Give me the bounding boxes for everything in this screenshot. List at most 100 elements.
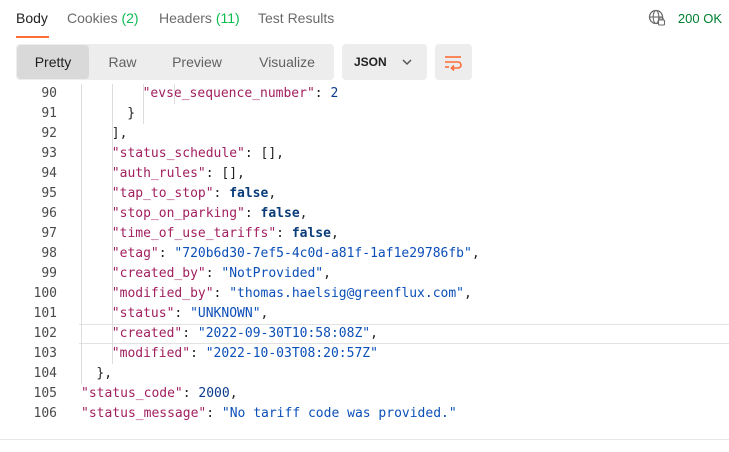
view-raw-button[interactable]: Raw xyxy=(93,44,152,80)
code-text: "status_schedule": [], xyxy=(112,144,284,164)
tab-cookies-count: (2) xyxy=(121,10,139,26)
line-number: 103 xyxy=(33,346,57,361)
indent-guide xyxy=(174,84,175,104)
code-line: 104}, xyxy=(0,364,729,384)
line-number: 96 xyxy=(41,206,57,221)
code-line: 102 "created": "2022-09-30T10:58:08Z", xyxy=(0,324,729,344)
response-body-viewer[interactable]: 90 "evse_sequence_number": 2 91} 92], 93 "sta… xyxy=(0,84,729,439)
code-text: }, xyxy=(96,364,112,384)
json-punctuation: , xyxy=(370,326,378,341)
line-number: 94 xyxy=(41,166,57,181)
json-key: "etag" xyxy=(111,246,159,261)
code-text: "evse_sequence_number": 2 xyxy=(143,84,339,104)
code-line: 106 "status_message": "No tariff code was… xyxy=(0,404,729,424)
tab-headers-count: (11) xyxy=(215,10,240,26)
wrap-lines-icon xyxy=(445,56,462,71)
code-line: 97 "time_of_use_tariffs": false, xyxy=(0,224,729,244)
json-value: false xyxy=(260,206,300,221)
json-punctuation: : xyxy=(174,306,191,321)
json-value: false xyxy=(229,186,269,201)
json-punctuation: , xyxy=(268,186,277,201)
code-line: 93 "status_schedule": [], xyxy=(0,144,729,164)
json-punctuation: : [], xyxy=(244,146,284,161)
line-number: 95 xyxy=(41,186,57,201)
line-number: 98 xyxy=(41,246,57,261)
tab-headers-label: Headers xyxy=(159,10,212,26)
tab-body-label: Body xyxy=(16,10,48,26)
line-number: 91 xyxy=(41,106,57,121)
response-tabs: Body Cookies (2) Headers (11) Test Resul… xyxy=(0,0,729,40)
json-key: "modified" xyxy=(111,346,191,361)
tab-headers[interactable]: Headers (11) xyxy=(159,10,240,26)
code-text: ], xyxy=(112,124,128,144)
json-punctuation: : xyxy=(314,86,331,101)
code-line: 94 "auth_rules": [], xyxy=(0,164,729,184)
bottom-status-bar xyxy=(0,439,729,452)
line-number: 97 xyxy=(41,226,57,241)
json-punctuation: : xyxy=(244,206,261,221)
code-text: "status_message": "No tariff code was pr… xyxy=(81,404,457,424)
line-number: 105 xyxy=(33,386,57,401)
json-value: "thomas.haelsig@greenflux.com" xyxy=(229,286,465,301)
json-punctuation: , xyxy=(330,226,339,241)
code-text: "created_by": "NotProvided", xyxy=(112,264,331,284)
json-key: "time_of_use_tariffs" xyxy=(111,226,277,241)
json-key: "status_message" xyxy=(81,406,207,421)
code-line: 98 "etag": "720b6d30-7ef5-4c0d-a81f-1af1e… xyxy=(0,244,729,264)
code-line: 99 "created_by": "NotProvided", xyxy=(0,264,729,284)
line-number: 102 xyxy=(33,326,57,341)
code-line: 95 "tap_to_stop": false, xyxy=(0,184,729,204)
tab-body[interactable]: Body xyxy=(16,10,48,26)
view-visualize-button[interactable]: Visualize xyxy=(242,44,332,80)
code-text: "status_code": 2000, xyxy=(81,384,238,404)
json-punctuation: : xyxy=(206,406,222,421)
code-text: "time_of_use_tariffs": false, xyxy=(112,224,339,244)
wrap-lines-button[interactable] xyxy=(435,44,472,80)
line-number: 106 xyxy=(33,406,57,421)
line-number: 100 xyxy=(33,286,57,301)
code-text: } xyxy=(127,104,135,124)
view-pretty-button[interactable]: Pretty xyxy=(17,45,89,79)
tab-cookies[interactable]: Cookies (2) xyxy=(67,10,139,26)
code-line: 91} xyxy=(0,104,729,124)
code-text: "tap_to_stop": false, xyxy=(112,184,276,204)
json-punctuation: : xyxy=(213,286,230,301)
code-text: "created": "2022-09-30T10:58:08Z", xyxy=(112,324,378,344)
json-value: "2022-09-30T10:58:08Z" xyxy=(197,326,371,341)
json-key: "created" xyxy=(111,326,183,341)
code-line: 101 "status": "UNKNOWN", xyxy=(0,304,729,324)
indent-guide xyxy=(112,84,113,364)
json-key: "auth_rules" xyxy=(111,166,206,181)
json-key: "evse_sequence_number" xyxy=(142,86,315,101)
json-key: "stop_on_parking" xyxy=(111,206,245,221)
json-punctuation: , xyxy=(260,306,269,321)
code-text: "status": "UNKNOWN", xyxy=(112,304,269,324)
json-key: "status" xyxy=(111,306,175,321)
json-punctuation: : xyxy=(182,326,198,341)
view-preview-button[interactable]: Preview xyxy=(156,44,238,80)
line-number: 99 xyxy=(41,266,57,281)
json-punctuation: : xyxy=(276,226,292,241)
format-label: JSON xyxy=(354,55,387,69)
code-line: 96 "stop_on_parking": false, xyxy=(0,204,729,224)
json-key: "created_by" xyxy=(111,266,206,281)
json-punctuation: : xyxy=(213,186,230,201)
code-line: 90 "evse_sequence_number": 2 xyxy=(0,84,729,104)
line-number: 101 xyxy=(33,306,57,321)
format-select[interactable]: JSON xyxy=(342,44,427,80)
view-mode-group: Pretty Raw Preview Visualize xyxy=(16,44,334,80)
status-code-text[interactable]: 200 OK xyxy=(678,11,722,26)
json-punctuation: , xyxy=(229,386,238,401)
json-value: "NotProvided" xyxy=(221,266,324,281)
json-punctuation: , xyxy=(299,206,308,221)
globe-icon[interactable] xyxy=(648,9,666,27)
json-key: "status_code" xyxy=(81,386,183,401)
json-key: "tap_to_stop" xyxy=(111,186,214,201)
json-punctuation: , xyxy=(464,286,472,301)
json-value: false xyxy=(291,226,331,241)
code-text: "etag": "720b6d30-7ef5-4c0d-a81f-1af1e29… xyxy=(112,244,480,264)
code-text: "modified_by": "thomas.haelsig@greenflux… xyxy=(112,284,472,304)
code-text: "auth_rules": [], xyxy=(112,164,245,184)
tab-test-results[interactable]: Test Results xyxy=(258,10,334,26)
code-line: 100 "modified_by": "thomas.haelsig@greenf… xyxy=(0,284,729,304)
